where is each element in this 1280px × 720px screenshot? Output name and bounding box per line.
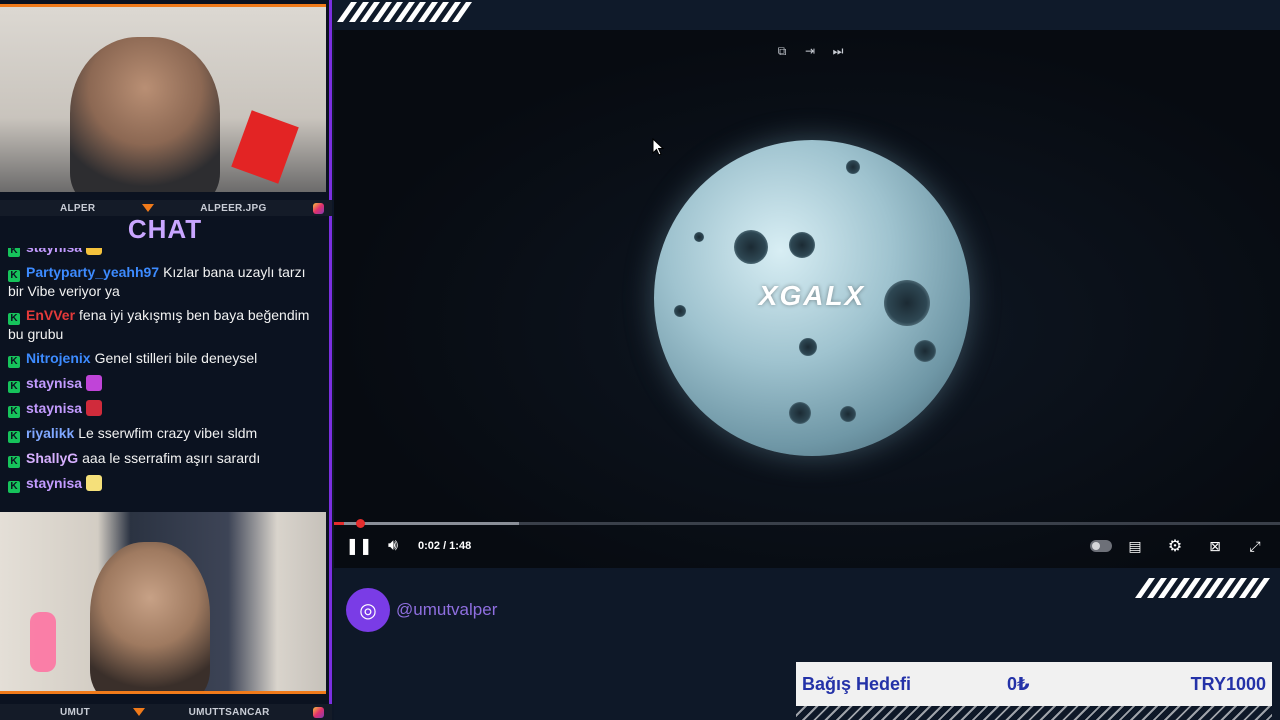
top-webcam <box>0 4 326 192</box>
chat-username[interactable]: staynisa <box>26 248 82 255</box>
video-top-icons: ⧉ ⇥ ⏭ <box>774 44 846 58</box>
emote-icon <box>86 475 103 491</box>
miniplayer-icon[interactable]: ⊠ <box>1198 538 1232 555</box>
decorative-stripes <box>1134 578 1271 598</box>
chat-text: Le sserwfim crazy vibeı sldm <box>78 425 258 441</box>
progress-bar[interactable] <box>334 519 1280 528</box>
crater <box>734 230 768 264</box>
badge-icon: K <box>8 248 20 257</box>
chat-message: Kstaynisa <box>8 374 320 393</box>
chat-message: K EnVVer fena iyi yakışmış ben baya beğend… <box>8 306 320 343</box>
chat-username[interactable]: Partyparty_yeahh97 <box>26 264 159 280</box>
chat-message: K ShallyG aaa le sserrafim aşırı sarardı <box>8 449 320 468</box>
bottom-cam-right-label: UMUTTSANCAR <box>188 706 270 718</box>
crater <box>846 160 860 174</box>
instagram-icon <box>312 202 324 214</box>
chat-text: aaa le sserrafim aşırı sarardı <box>82 450 261 466</box>
donation-goal-target: TRY1000 <box>1190 673 1266 694</box>
badge-icon: K <box>8 456 20 468</box>
chat-message: K Partyparty_yeahh97 Kızlar bana uzaylı ta… <box>8 263 320 300</box>
bottom-cam-left-label: UMUT <box>60 706 91 718</box>
streamer-figure <box>90 542 210 691</box>
crater <box>694 232 704 242</box>
chat-username[interactable]: ShallyG <box>26 450 78 466</box>
chat-list: KstaynisaKPartyparty_yeahh97Kızlar bana … <box>0 248 328 506</box>
social-handle-row: ◎ @umutvalper <box>346 588 497 632</box>
triangle-icon <box>141 204 154 212</box>
triangle-icon <box>133 708 146 716</box>
subtitles-icon[interactable]: ▤ <box>1118 538 1152 555</box>
badge-icon: K <box>8 270 20 282</box>
badge-icon: K <box>8 431 20 443</box>
next-icon[interactable]: ⏭ <box>830 44 846 58</box>
badge-icon: K <box>8 406 20 418</box>
chat-title: CHAT <box>127 214 203 244</box>
chat-message: K Nitrojenix Genel stilleri bile deneysel <box>8 349 320 368</box>
emote-icon <box>86 375 103 391</box>
chat-username[interactable]: staynisa <box>26 475 82 491</box>
pause-button[interactable]: ❚❚ <box>342 536 376 556</box>
moon-artwork: XGALX <box>654 140 970 456</box>
badge-icon: K <box>8 381 20 393</box>
social-handle: @umutvalper <box>396 600 498 619</box>
cast-icon[interactable]: ⇥ <box>802 44 818 58</box>
donation-goal: Bağış Hedefi 0₺ TRY1000 <box>796 662 1272 706</box>
chat-username[interactable]: riyalikk <box>26 425 74 441</box>
stream-layout: ALPER ALPEER.JPG CHAT KstaynisaKPartypar… <box>0 0 1280 720</box>
streamer-figure <box>70 37 220 192</box>
mic-light <box>30 612 56 672</box>
crater <box>799 338 817 356</box>
progress-scrubber[interactable] <box>356 519 366 528</box>
badge-icon: K <box>8 356 20 368</box>
chat-message: Kstaynisa <box>8 399 320 418</box>
video-top-bar <box>332 0 1280 30</box>
top-cam-right-label: ALPEER.JPG <box>200 202 267 214</box>
badge-icon: K <box>8 313 20 325</box>
mic-light <box>231 110 299 184</box>
instagram-icon <box>312 706 324 718</box>
chat-message: Kstaynisa <box>8 474 320 493</box>
player-controls: ❚❚ 🔊︎ 0:02 / 1:48 ▤ ⚙ ⊠ ⤢ <box>334 530 1280 562</box>
fullscreen-icon[interactable]: ⤢ <box>1238 538 1272 555</box>
crater <box>840 406 856 422</box>
settings-gear-icon[interactable]: ⚙ <box>1158 536 1192 556</box>
mouse-cursor-icon <box>652 138 664 156</box>
time-display: 0:02 / 1:48 <box>418 540 472 552</box>
globe-icon: ◎ <box>346 588 390 632</box>
crater <box>789 402 811 424</box>
decorative-stripes <box>336 2 473 22</box>
crater <box>789 232 815 258</box>
video-player[interactable]: ⧉ ⇥ ⏭ XGALX ❚❚ 🔊︎ 0:02 / 1:48 ▤ ⚙ ⊠ ⤢ <box>334 30 1280 568</box>
chat-username[interactable]: Nitrojenix <box>26 350 91 366</box>
chat-username[interactable]: staynisa <box>26 400 82 416</box>
chat-username[interactable]: EnVVer <box>26 307 75 323</box>
chat-username[interactable]: staynisa <box>26 375 82 391</box>
autoplay-toggle[interactable] <box>1090 540 1112 552</box>
artwork-title: XGALX <box>758 280 866 311</box>
decorative-pattern <box>796 706 1272 720</box>
bottom-webcam <box>0 512 326 694</box>
bottom-cam-label-bar: UMUT UMUTTSANCAR <box>0 704 332 720</box>
progress-played <box>334 522 345 525</box>
donation-goal-current: 0₺ <box>1007 673 1030 694</box>
volume-icon[interactable]: 🔊︎ <box>376 537 410 555</box>
emote-icon <box>86 400 103 416</box>
chat-text: Genel stilleri bile deneysel <box>94 350 258 366</box>
emote-icon <box>86 248 103 255</box>
donation-goal-label: Bağış Hedefi <box>802 673 912 694</box>
badge-icon: K <box>8 481 20 493</box>
player-controls-right: ▤ ⚙ ⊠ ⤢ <box>1090 536 1272 556</box>
bottom-overlay: ◎ @umutvalper Bağış Hedefi 0₺ TRY1000 <box>334 568 1280 720</box>
chat-message: Kriyalikk Le sserwfim crazy vibeı sldm <box>8 424 320 443</box>
chat-message: Kstaynisa <box>8 248 320 257</box>
left-panel: ALPER ALPEER.JPG CHAT KstaynisaKPartypar… <box>0 0 332 720</box>
popout-icon[interactable]: ⧉ <box>774 44 790 58</box>
crater <box>914 340 936 362</box>
top-cam-left-label: ALPER <box>60 202 96 214</box>
